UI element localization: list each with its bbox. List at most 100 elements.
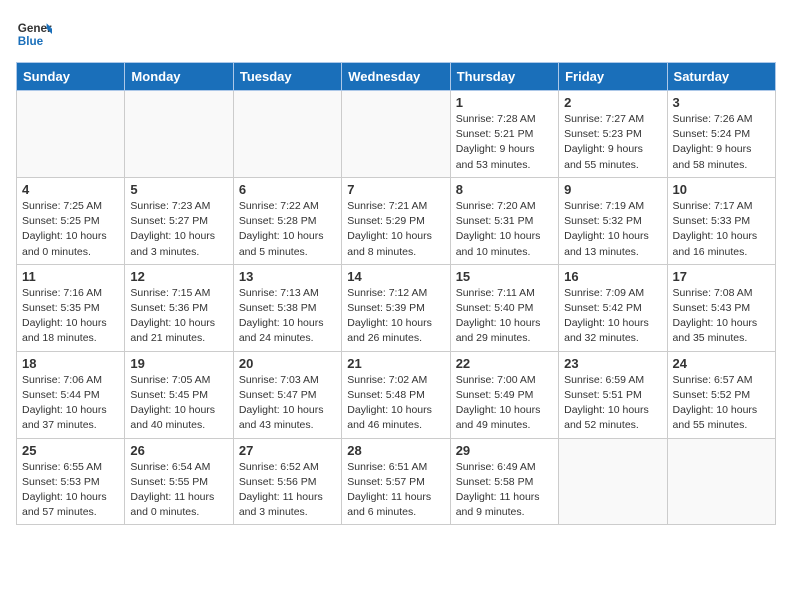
calendar-cell: 8 Sunrise: 7:20 AM Sunset: 5:31 PM Daylig…: [450, 177, 558, 264]
day-info: Sunrise: 6:57 AM Sunset: 5:52 PM Dayligh…: [673, 373, 770, 434]
calendar-cell: 25 Sunrise: 6:55 AM Sunset: 5:53 PM Dayli…: [17, 438, 125, 525]
day-number: 20: [239, 356, 336, 371]
calendar-week-row: 18 Sunrise: 7:06 AM Sunset: 5:44 PM Dayli…: [17, 351, 776, 438]
day-number: 2: [564, 95, 661, 110]
calendar-cell: 29Sunrise: 6:49 AM Sunset: 5:58 PM Dayli…: [450, 438, 558, 525]
day-info: Sunrise: 7:00 AM Sunset: 5:49 PM Dayligh…: [456, 373, 553, 434]
calendar-cell: 11 Sunrise: 7:16 AM Sunset: 5:35 PM Dayli…: [17, 264, 125, 351]
svg-text:Blue: Blue: [18, 35, 44, 48]
day-header-tuesday: Tuesday: [233, 63, 341, 91]
day-info: Sunrise: 7:02 AM Sunset: 5:48 PM Dayligh…: [347, 373, 444, 434]
day-number: 15: [456, 269, 553, 284]
calendar-week-row: 11 Sunrise: 7:16 AM Sunset: 5:35 PM Dayli…: [17, 264, 776, 351]
day-header-saturday: Saturday: [667, 63, 775, 91]
day-number: 29: [456, 443, 553, 458]
day-number: 24: [673, 356, 770, 371]
calendar-cell: 19Sunrise: 7:05 AM Sunset: 5:45 PM Dayli…: [125, 351, 233, 438]
day-number: 27: [239, 443, 336, 458]
calendar-cell: 23Sunrise: 6:59 AM Sunset: 5:51 PM Dayli…: [559, 351, 667, 438]
calendar-cell: [233, 91, 341, 178]
day-info: Sunrise: 7:26 AM Sunset: 5:24 PM Dayligh…: [673, 112, 770, 173]
day-info: Sunrise: 7:15 AM Sunset: 5:36 PM Dayligh…: [130, 286, 227, 347]
calendar-week-row: 1 Sunrise: 7:28 AM Sunset: 5:21 PM Daylig…: [17, 91, 776, 178]
calendar-cell: 10 Sunrise: 7:17 AM Sunset: 5:33 PM Dayli…: [667, 177, 775, 264]
day-info: Sunrise: 7:08 AM Sunset: 5:43 PM Dayligh…: [673, 286, 770, 347]
day-number: 1: [456, 95, 553, 110]
day-number: 28: [347, 443, 444, 458]
calendar-cell: 9 Sunrise: 7:19 AM Sunset: 5:32 PM Daylig…: [559, 177, 667, 264]
calendar-cell: 4 Sunrise: 7:25 AM Sunset: 5:25 PM Daylig…: [17, 177, 125, 264]
calendar-cell: [125, 91, 233, 178]
day-header-sunday: Sunday: [17, 63, 125, 91]
calendar-cell: 26 Sunrise: 6:54 AM Sunset: 5:55 PM Dayli…: [125, 438, 233, 525]
day-number: 5: [130, 182, 227, 197]
calendar-cell: 24 Sunrise: 6:57 AM Sunset: 5:52 PM Dayli…: [667, 351, 775, 438]
day-number: 16: [564, 269, 661, 284]
day-number: 17: [673, 269, 770, 284]
calendar-cell: 20 Sunrise: 7:03 AM Sunset: 5:47 PM Dayli…: [233, 351, 341, 438]
calendar-cell: 18 Sunrise: 7:06 AM Sunset: 5:44 PM Dayli…: [17, 351, 125, 438]
day-number: 7: [347, 182, 444, 197]
day-info: Sunrise: 7:25 AM Sunset: 5:25 PM Dayligh…: [22, 199, 119, 260]
day-number: 10: [673, 182, 770, 197]
day-info: Sunrise: 6:54 AM Sunset: 5:55 PM Dayligh…: [130, 460, 227, 521]
day-info: Sunrise: 7:17 AM Sunset: 5:33 PM Dayligh…: [673, 199, 770, 260]
day-number: 26: [130, 443, 227, 458]
calendar-cell: 16 Sunrise: 7:09 AM Sunset: 5:42 PM Dayli…: [559, 264, 667, 351]
calendar-cell: 17 Sunrise: 7:08 AM Sunset: 5:43 PM Dayli…: [667, 264, 775, 351]
day-number: 22: [456, 356, 553, 371]
calendar-header-row: SundayMondayTuesdayWednesdayThursdayFrid…: [17, 63, 776, 91]
day-info: Sunrise: 7:11 AM Sunset: 5:40 PM Dayligh…: [456, 286, 553, 347]
day-number: 4: [22, 182, 119, 197]
day-info: Sunrise: 7:06 AM Sunset: 5:44 PM Dayligh…: [22, 373, 119, 434]
day-number: 14: [347, 269, 444, 284]
day-info: Sunrise: 6:52 AM Sunset: 5:56 PM Dayligh…: [239, 460, 336, 521]
day-info: Sunrise: 7:13 AM Sunset: 5:38 PM Dayligh…: [239, 286, 336, 347]
day-number: 25: [22, 443, 119, 458]
calendar-week-row: 4 Sunrise: 7:25 AM Sunset: 5:25 PM Daylig…: [17, 177, 776, 264]
day-number: 9: [564, 182, 661, 197]
day-number: 19: [130, 356, 227, 371]
day-info: Sunrise: 7:22 AM Sunset: 5:28 PM Dayligh…: [239, 199, 336, 260]
day-number: 6: [239, 182, 336, 197]
day-info: Sunrise: 7:16 AM Sunset: 5:35 PM Dayligh…: [22, 286, 119, 347]
calendar-cell: 27 Sunrise: 6:52 AM Sunset: 5:56 PM Dayli…: [233, 438, 341, 525]
day-info: Sunrise: 7:19 AM Sunset: 5:32 PM Dayligh…: [564, 199, 661, 260]
day-header-wednesday: Wednesday: [342, 63, 450, 91]
day-header-friday: Friday: [559, 63, 667, 91]
day-number: 13: [239, 269, 336, 284]
calendar-cell: 2 Sunrise: 7:27 AM Sunset: 5:23 PM Daylig…: [559, 91, 667, 178]
day-number: 12: [130, 269, 227, 284]
calendar-cell: 6 Sunrise: 7:22 AM Sunset: 5:28 PM Daylig…: [233, 177, 341, 264]
calendar-cell: 28 Sunrise: 6:51 AM Sunset: 5:57 PM Dayli…: [342, 438, 450, 525]
page-header: General Blue: [16, 16, 776, 52]
calendar-cell: 12 Sunrise: 7:15 AM Sunset: 5:36 PM Dayli…: [125, 264, 233, 351]
day-info: Sunrise: 7:03 AM Sunset: 5:47 PM Dayligh…: [239, 373, 336, 434]
day-info: Sunrise: 7:28 AM Sunset: 5:21 PM Dayligh…: [456, 112, 553, 173]
calendar-cell: [667, 438, 775, 525]
calendar-cell: 13 Sunrise: 7:13 AM Sunset: 5:38 PM Dayli…: [233, 264, 341, 351]
day-number: 18: [22, 356, 119, 371]
day-number: 11: [22, 269, 119, 284]
day-number: 3: [673, 95, 770, 110]
day-header-monday: Monday: [125, 63, 233, 91]
calendar-cell: 21 Sunrise: 7:02 AM Sunset: 5:48 PM Dayli…: [342, 351, 450, 438]
calendar-cell: 1 Sunrise: 7:28 AM Sunset: 5:21 PM Daylig…: [450, 91, 558, 178]
calendar-cell: [342, 91, 450, 178]
day-number: 8: [456, 182, 553, 197]
calendar-table: SundayMondayTuesdayWednesdayThursdayFrid…: [16, 62, 776, 525]
calendar-cell: [17, 91, 125, 178]
day-info: Sunrise: 7:27 AM Sunset: 5:23 PM Dayligh…: [564, 112, 661, 173]
day-info: Sunrise: 6:59 AM Sunset: 5:51 PM Dayligh…: [564, 373, 661, 434]
day-info: Sunrise: 6:51 AM Sunset: 5:57 PM Dayligh…: [347, 460, 444, 521]
day-info: Sunrise: 7:20 AM Sunset: 5:31 PM Dayligh…: [456, 199, 553, 260]
day-header-thursday: Thursday: [450, 63, 558, 91]
logo: General Blue: [16, 16, 52, 52]
day-number: 21: [347, 356, 444, 371]
day-info: Sunrise: 7:21 AM Sunset: 5:29 PM Dayligh…: [347, 199, 444, 260]
day-info: Sunrise: 7:09 AM Sunset: 5:42 PM Dayligh…: [564, 286, 661, 347]
calendar-cell: 3 Sunrise: 7:26 AM Sunset: 5:24 PM Daylig…: [667, 91, 775, 178]
day-info: Sunrise: 7:23 AM Sunset: 5:27 PM Dayligh…: [130, 199, 227, 260]
calendar-cell: 14Sunrise: 7:12 AM Sunset: 5:39 PM Dayli…: [342, 264, 450, 351]
day-info: Sunrise: 6:55 AM Sunset: 5:53 PM Dayligh…: [22, 460, 119, 521]
